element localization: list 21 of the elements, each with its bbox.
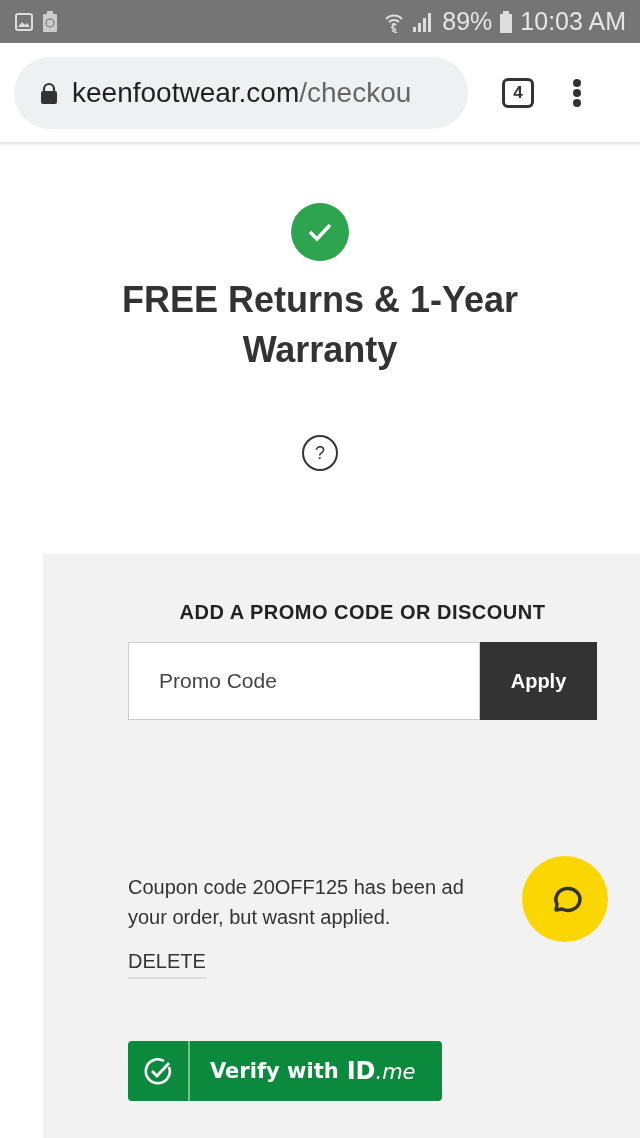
clock: 10:03 AM bbox=[520, 7, 626, 36]
warranty-title: FREE Returns & 1-Year Warranty bbox=[120, 278, 520, 372]
url-text: keenfootwear.com/checkou bbox=[72, 76, 412, 109]
apply-button[interactable]: Apply bbox=[480, 642, 597, 720]
check-circle-icon bbox=[291, 203, 349, 261]
address-bar[interactable]: keenfootwear.com/checkou bbox=[14, 56, 468, 129]
battery-icon bbox=[500, 10, 513, 33]
delete-link[interactable]: DELETE bbox=[128, 950, 206, 979]
help-button[interactable]: ? bbox=[302, 435, 338, 471]
promo-heading: ADD A PROMO CODE OR DISCOUNT bbox=[178, 600, 547, 625]
image-icon bbox=[14, 11, 34, 32]
coupon-message-line: Coupon code 20OFF125 has been ad bbox=[128, 875, 464, 900]
lock-icon bbox=[40, 81, 58, 104]
check-circle-icon bbox=[142, 1055, 174, 1087]
promo-code-field[interactable]: Promo Code bbox=[128, 642, 480, 720]
tab-count-button[interactable]: 4 bbox=[502, 77, 534, 108]
battery-percent: 89% bbox=[442, 7, 493, 36]
verify-id-button[interactable]: Verify with ID.me bbox=[128, 1041, 442, 1101]
coupon-message-line: your order, but wasnt applied. bbox=[128, 905, 391, 930]
idme-logo: ID.me bbox=[346, 1057, 416, 1085]
more-menu-icon[interactable] bbox=[572, 77, 582, 108]
